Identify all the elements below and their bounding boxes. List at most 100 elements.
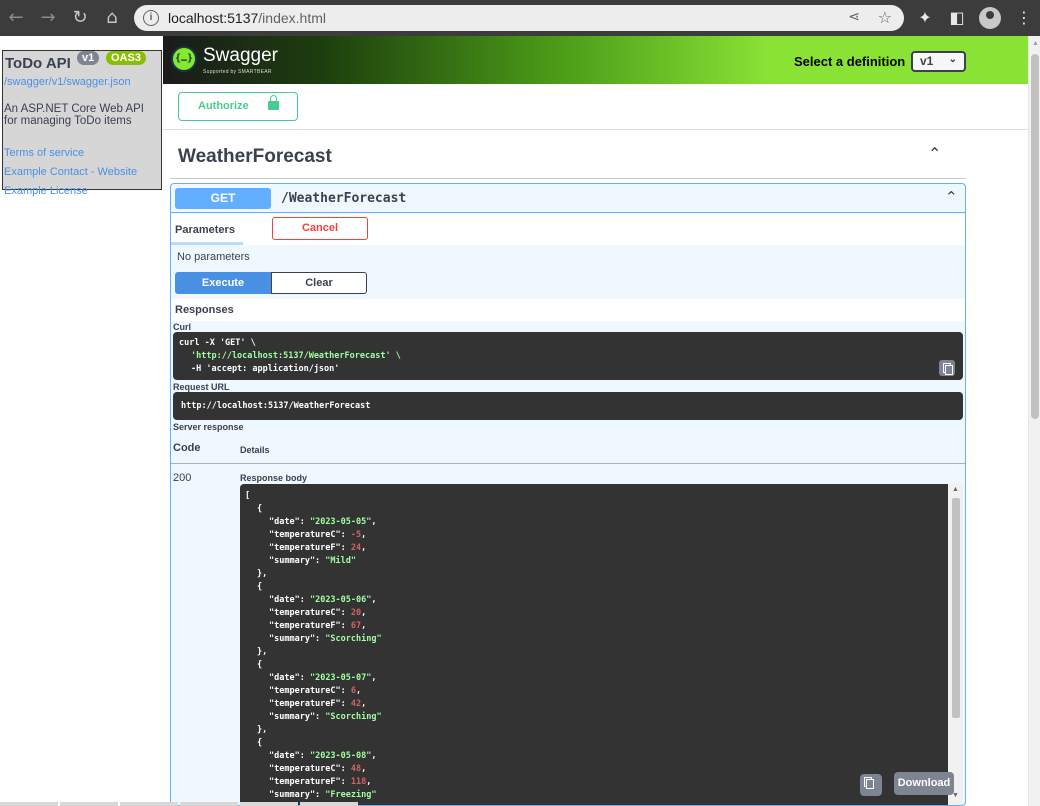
forward-icon[interactable]: → bbox=[36, 6, 60, 30]
profile-icon[interactable] bbox=[979, 7, 1001, 29]
json-field: "summary": "Mild" bbox=[269, 556, 357, 566]
method-badge: GET bbox=[175, 188, 271, 209]
license-link[interactable]: Example License bbox=[4, 185, 88, 197]
home-icon[interactable]: ⌂ bbox=[100, 6, 124, 30]
json-brace: { bbox=[257, 504, 263, 514]
scroll-up-icon[interactable]: ▲ bbox=[952, 486, 959, 493]
request-url[interactable]: http://localhost:5137/WeatherForecast bbox=[173, 392, 963, 420]
definition-value: v1 bbox=[920, 54, 934, 68]
chevron-up-icon[interactable]: ⌃ bbox=[928, 144, 941, 163]
address-bar[interactable]: i localhost:5137/index.html ⋖ ☆ bbox=[134, 5, 904, 31]
info-icon[interactable]: i bbox=[143, 10, 159, 26]
json-brace: { bbox=[257, 582, 263, 592]
page: ToDo API v1 OAS3 /swagger/v1/swagger.jso… bbox=[0, 36, 1040, 806]
divider bbox=[163, 129, 1029, 130]
json-brace: }, bbox=[257, 569, 268, 579]
json-items: { "date": "2023-05-05", "temperatureC": -5… bbox=[245, 503, 943, 805]
details-header: Details bbox=[240, 445, 270, 455]
json-value: 2023-05-08 bbox=[315, 751, 367, 761]
scroll-up-icon[interactable]: ▲ bbox=[1032, 40, 1039, 47]
menu-icon[interactable]: ⋮ bbox=[1012, 6, 1036, 30]
responses-header: Responses bbox=[171, 299, 965, 321]
json-field: "temperatureF": 24, bbox=[269, 543, 367, 553]
server-response-header: Code Details bbox=[171, 436, 965, 464]
json-value: -5 bbox=[350, 530, 362, 540]
json-field: "temperatureC": 48, bbox=[269, 764, 367, 774]
page-scrollbar[interactable]: ▲ bbox=[1028, 36, 1040, 806]
json-value: 2023-05-07 bbox=[315, 673, 367, 683]
json-value: 20 bbox=[350, 608, 362, 618]
scroll-thumb[interactable] bbox=[952, 498, 960, 718]
contact-link[interactable]: Example Contact - Website bbox=[4, 166, 137, 178]
clear-button[interactable]: Clear bbox=[271, 272, 367, 294]
section-title[interactable]: WeatherForecast bbox=[178, 146, 332, 168]
definition-select[interactable]: v1 ⌄ bbox=[911, 51, 966, 72]
json-field: "temperatureC": 20, bbox=[269, 608, 367, 618]
version-badge: v1 bbox=[77, 51, 100, 65]
execute-button[interactable]: Execute bbox=[175, 272, 271, 294]
json-bracket: [ bbox=[245, 491, 251, 501]
json-brace: }, bbox=[257, 647, 268, 657]
json-value: 48 bbox=[350, 764, 362, 774]
json-value: 42 bbox=[350, 699, 362, 709]
reload-icon[interactable]: ↻ bbox=[68, 6, 92, 30]
chevron-down-icon: ⌄ bbox=[948, 54, 957, 65]
authorize-button[interactable]: Authorize bbox=[178, 92, 298, 121]
api-title: ToDo API bbox=[5, 55, 71, 72]
chevron-up-icon[interactable]: ⌃ bbox=[945, 188, 958, 206]
response-body-scrollbar[interactable]: ▲ ▼ bbox=[948, 484, 963, 805]
star-icon[interactable]: ☆ bbox=[878, 8, 892, 27]
share-icon[interactable]: ⋖ bbox=[848, 9, 860, 25]
swagger-logo-icon[interactable]: {…} bbox=[171, 46, 197, 72]
back-icon[interactable]: ← bbox=[4, 6, 28, 30]
json-value: 24 bbox=[350, 543, 362, 553]
operation-block: GET /WeatherForecast ⌃ Parameters Cancel… bbox=[170, 183, 966, 806]
json-value: Scorching bbox=[330, 712, 377, 722]
json-field: "date": "2023-05-06", bbox=[269, 595, 377, 605]
scroll-thumb[interactable] bbox=[1031, 54, 1039, 419]
copy-icon[interactable] bbox=[939, 360, 955, 376]
curl-code[interactable]: curl -X 'GET' \ 'http://localhost:5137/W… bbox=[173, 332, 963, 380]
json-field: "temperatureC": 6, bbox=[269, 686, 362, 696]
swagger-json-link[interactable]: /swagger/v1/swagger.json bbox=[4, 76, 131, 88]
tab-parameters[interactable]: Parameters bbox=[175, 224, 235, 236]
json-field: "summary": "Scorching" bbox=[269, 712, 382, 722]
server-response-label: Server response bbox=[173, 422, 244, 432]
authorize-label: Authorize bbox=[198, 100, 249, 112]
copy-icon[interactable] bbox=[860, 774, 882, 796]
extensions-icon[interactable]: ✦ bbox=[913, 6, 937, 30]
json-value: 2023-05-06 bbox=[315, 595, 367, 605]
operation-summary[interactable]: GET /WeatherForecast ⌃ bbox=[171, 184, 965, 213]
parameters-header: Parameters Cancel bbox=[171, 214, 965, 245]
json-field: "temperatureF": 118, bbox=[269, 777, 372, 787]
download-button[interactable]: Download bbox=[894, 772, 954, 795]
curl-line: curl -X 'GET' \ bbox=[179, 338, 256, 348]
sidepanel-icon[interactable]: ◧ bbox=[945, 6, 969, 30]
json-brace: { bbox=[257, 660, 263, 670]
no-parameters-text: No parameters bbox=[177, 251, 250, 263]
api-description: An ASP.NET Core Web API for managing ToD… bbox=[4, 103, 144, 127]
json-field: "date": "2023-05-08", bbox=[269, 751, 377, 761]
swagger-logo-text[interactable]: Swagger bbox=[203, 45, 278, 67]
json-value: Scorching bbox=[330, 634, 377, 644]
terms-link[interactable]: Terms of service bbox=[4, 147, 84, 159]
json-field: "summary": "Scorching" bbox=[269, 634, 382, 644]
json-brace: { bbox=[257, 738, 263, 748]
definition-label: Select a definition bbox=[794, 54, 906, 69]
tab-underline bbox=[171, 242, 243, 245]
swagger-logo-sub: Supported by SMARTBEAR bbox=[203, 69, 272, 75]
responses-label: Responses bbox=[175, 304, 234, 316]
json-field: "temperatureF": 42, bbox=[269, 699, 367, 709]
json-field: "date": "2023-05-07", bbox=[269, 673, 377, 683]
json-field: "date": "2023-05-05", bbox=[269, 517, 377, 527]
curl-line: -H 'accept: application/json' bbox=[191, 364, 340, 374]
curl-label: Curl bbox=[173, 322, 191, 332]
json-value: 67 bbox=[350, 621, 362, 631]
response-body[interactable]: [ { "date": "2023-05-05", "temperatureC": … bbox=[240, 484, 948, 805]
cancel-button[interactable]: Cancel bbox=[272, 217, 368, 240]
json-value: 2023-05-05 bbox=[315, 517, 367, 527]
json-value: Freezing bbox=[330, 790, 372, 800]
swagger-topbar: {…} Swagger Supported by SMARTBEAR Selec… bbox=[163, 36, 1029, 84]
curl-line: 'http://localhost:5137/WeatherForecast' … bbox=[191, 351, 401, 361]
json-field: "temperatureC": -5, bbox=[269, 530, 367, 540]
